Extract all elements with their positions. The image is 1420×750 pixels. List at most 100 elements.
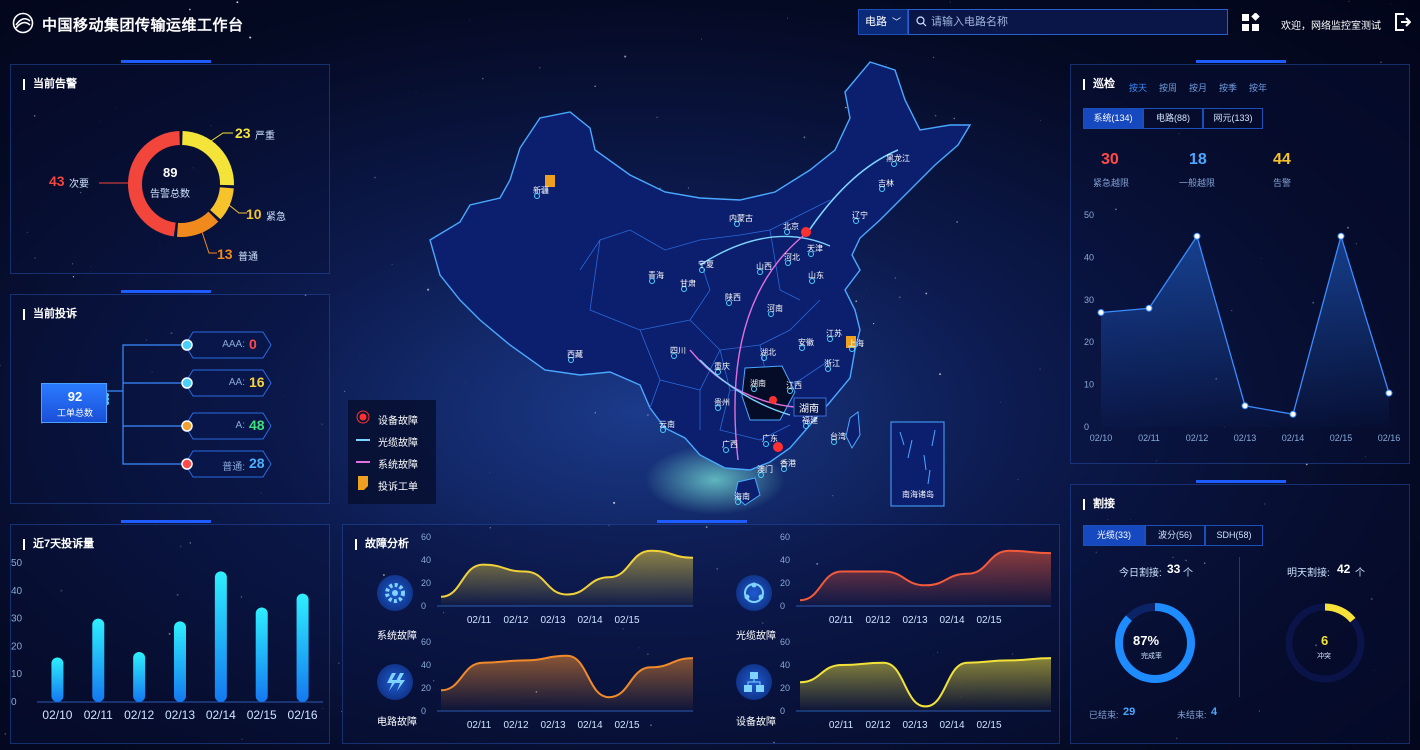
y-tick-label: 0 (780, 706, 785, 716)
x-tick-label: 02/11 (84, 708, 113, 722)
province-label[interactable]: 广西 (722, 439, 738, 449)
complaint-level-normal[interactable]: 普通: 28 (181, 450, 272, 478)
alarm-urgent-label: 紧急 (266, 212, 286, 223)
alarm-minor-label: 次要 (69, 179, 89, 190)
province-label[interactable]: 河北 (784, 252, 800, 262)
completion-rate-value: 87% (1133, 633, 1160, 648)
province-label[interactable]: 海南 (734, 491, 750, 501)
level-label: A: (235, 420, 245, 431)
province-label[interactable]: 黑龙江 (886, 153, 910, 163)
line-point-02/14[interactable] (1289, 410, 1297, 418)
province-label[interactable]: 澳门 (757, 464, 773, 474)
y-tick-label: 0 (780, 601, 785, 611)
x-tick-label: 02/16 (1378, 433, 1401, 443)
legend-system-fault: 系统故障 (378, 460, 418, 471)
province-label[interactable]: 内蒙古 (729, 213, 753, 223)
province-label[interactable]: 四川 (670, 346, 686, 355)
grid-apps-icon[interactable] (1241, 13, 1261, 33)
bar-02/14[interactable] (214, 571, 227, 702)
province-label[interactable]: 江西 (786, 381, 802, 390)
complaint-level-aa[interactable]: AA: 16 (181, 369, 272, 397)
ticket-total-box[interactable]: 92 工单总数 (41, 383, 107, 423)
bar-02/10[interactable] (51, 657, 64, 702)
header: 中国移动集团传输运维工作台 电路 ﹀ 欢迎，网络监控室测试 (0, 0, 1420, 48)
legend-device-fault: 设备故障 (378, 416, 418, 427)
complaint-level-aaa[interactable]: AAA: 0 (181, 331, 272, 359)
province-label[interactable]: 辽宁 (852, 210, 868, 220)
level-label: AAA: (222, 339, 245, 350)
province-label[interactable]: 安徽 (798, 337, 814, 347)
x-tick-label: 02/14 (577, 720, 602, 731)
device-fault-marker[interactable] (801, 227, 811, 237)
device-fault-marker[interactable] (773, 442, 783, 452)
province-label[interactable]: 贵州 (714, 397, 730, 407)
unfinished-value: 4 (1211, 706, 1218, 718)
province-label[interactable]: 北京 (783, 221, 799, 231)
line-point-02/13[interactable] (1241, 402, 1249, 410)
complaint-panel: 当前投诉 92 工单总数 AAA: 0 AA: 16 A: 48 普通: 28 (10, 290, 330, 504)
province-label[interactable]: 香港 (780, 458, 796, 468)
province-label[interactable]: 云南 (659, 419, 675, 429)
line-point-02/10[interactable] (1097, 309, 1105, 317)
bar-02/13[interactable] (174, 621, 186, 702)
province-label[interactable]: 山西 (756, 261, 772, 271)
bar-02/11[interactable] (92, 618, 105, 702)
x-tick-label: 02/14 (577, 615, 602, 626)
app-title: 中国移动集团传输运维工作台 (42, 17, 244, 34)
x-tick-label: 02/15 (976, 615, 1001, 626)
completion-rate-label: 完成率 (1141, 653, 1162, 660)
level-dot-icon (181, 339, 193, 351)
province-label[interactable]: 甘肃 (680, 278, 696, 288)
bar-02/12[interactable] (133, 651, 146, 702)
donut-slice-紧急[interactable] (209, 186, 234, 220)
alarm-total-value: 89 (163, 165, 178, 180)
y-tick-label: 40 (780, 660, 790, 670)
province-label[interactable]: 西藏 (567, 349, 583, 359)
province-label[interactable]: 新疆 (533, 185, 549, 195)
line-point-02/11[interactable] (1145, 304, 1153, 312)
province-label[interactable]: 重庆 (714, 361, 730, 371)
province-label[interactable]: 陕西 (725, 292, 741, 302)
province-label[interactable]: 浙江 (824, 358, 840, 368)
complaint-level-a[interactable]: A: 48 (181, 412, 272, 440)
star (1017, 478, 1019, 480)
logout-icon[interactable] (1393, 12, 1411, 32)
province-label[interactable]: 青海 (648, 270, 664, 280)
province-label[interactable]: 天津 (807, 243, 823, 253)
province-label[interactable]: 上海 (848, 338, 864, 348)
province-label[interactable]: 广东 (762, 433, 778, 443)
donut-slice-严重[interactable] (181, 131, 234, 186)
province-label[interactable]: 湖北 (760, 348, 776, 357)
cable-line-icon (356, 439, 370, 441)
province-label[interactable]: 台湾 (830, 431, 846, 441)
line-point-02/16[interactable] (1385, 389, 1393, 397)
donut-slice-次要[interactable] (128, 131, 181, 237)
province-label[interactable]: 吉林 (878, 178, 894, 188)
line-point-02/12[interactable] (1193, 232, 1201, 240)
bar-02/16[interactable] (296, 593, 309, 702)
bar-02/15[interactable] (255, 607, 268, 702)
province-label[interactable]: 山东 (808, 270, 824, 280)
x-tick-label: 02/13 (902, 720, 927, 731)
province-label[interactable]: 江苏 (826, 328, 842, 338)
china-mobile-logo-icon (12, 12, 34, 34)
x-tick-label: 02/13 (165, 708, 195, 722)
donut-slice-普通[interactable] (176, 211, 219, 237)
map-legend: 设备故障 光缆故障 系统故障 投诉工单 (348, 400, 436, 504)
line-point-02/15[interactable] (1337, 232, 1345, 240)
province-label[interactable]: 宁夏 (698, 259, 714, 269)
device-fault-marker[interactable] (769, 396, 777, 404)
search-type-select[interactable]: 电路 ﹀ (858, 9, 908, 35)
province-label[interactable]: 湖南 (750, 378, 766, 388)
x-tick-label: 02/11 (467, 720, 492, 731)
x-tick-label: 02/13 (1234, 433, 1257, 443)
province-label[interactable]: 河南 (767, 303, 783, 313)
hunan-tooltip-label: 湖南 (799, 402, 819, 415)
star (351, 361, 353, 363)
donut-leader-line (200, 228, 217, 254)
x-tick-label: 02/11 (829, 615, 854, 626)
level-value: 16 (249, 374, 265, 390)
china-map[interactable]: 新疆内蒙古 黑龙江吉林辽宁北京天津河北山西 宁夏甘肃 青海陕西河南 山东江苏安徽 上海浙江… (420, 50, 980, 520)
x-tick-label: 02/12 (1186, 433, 1209, 443)
search-input[interactable] (931, 10, 1221, 34)
